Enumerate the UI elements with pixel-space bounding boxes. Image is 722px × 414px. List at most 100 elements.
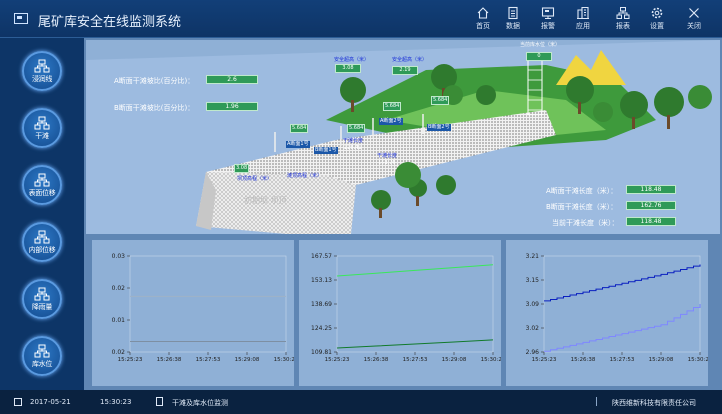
divider [596,397,597,406]
y-tick-label: 0.02 [112,285,126,292]
x-tick-label: 15:27:53 [610,357,635,363]
sidebar-item-internal-displacement[interactable]: 内部位移 [22,222,62,262]
data-button[interactable]: 数据 [496,4,530,36]
chart-panel-3: 3.21 3.15 3.09 3.02 2.96 15:25:23 15:26:38 15:2… [506,240,708,386]
y-tick-label: 3.15 [526,277,540,284]
home-icon [477,7,489,19]
settings-button[interactable]: 设置 [640,4,674,36]
x-tick-label: 15:30:23 [688,357,708,363]
safety-height-value-2: 2.19 [392,66,418,75]
dam-crest-height-label: 坝顶高程（米） [237,176,273,182]
sidebar-item-dry-beach[interactable]: 干滩 [22,108,62,148]
y-tick-label: 3.09 [526,301,540,308]
calendar-icon [14,398,22,406]
a-section-length-label: A断面干滩长度（米）： [546,187,618,195]
document-icon [508,6,518,20]
dry-length-label-1: 干滩长度 [343,138,364,144]
x-tick-label: 15:26:38 [364,357,389,363]
a-section-2-label: A断面2号 [379,118,403,125]
beach-crest-height-label: 滩顶高程（米） [287,173,323,179]
x-tick-label: 15:26:38 [571,357,596,363]
title-bar: 尾矿库安全在线监测系统 首页 数据 报警 应用 报表 设置 关闭 [0,0,722,38]
y-tick-label: 138.69 [311,301,332,308]
gear-icon [651,7,663,19]
monitor-icon [14,13,28,24]
plot-area [543,255,701,353]
x-tick-label: 15:30:23 [481,357,501,363]
current-length-label: 当前干滩长度（米）： [552,219,619,227]
sensor-icon [34,230,50,244]
tailings-dam-scene: A断面干滩坡比(百分比)： 2.6 B断面干滩坡比(百分比)： 1.96 A断面… [86,40,720,234]
chart-panel-1: 0.03 0.02 0.01 0.02 15:25:23 15:26:38 15:27:53… [92,240,294,386]
a-section-length-value: 118.48 [626,185,676,194]
sidebar-item-seepage-line[interactable]: 浸润线 [22,51,62,91]
sidebar-item-surface-displacement[interactable]: 表面位移 [22,165,62,205]
gauge-reading-4: 5.684 [431,96,450,105]
y-tick-label: 0.02 [112,349,126,356]
sensor-icon [34,173,50,187]
y-tick-label: 167.57 [311,253,332,260]
a-section-1-label: A断面1号 [286,141,310,148]
sidebar-item-water-level[interactable]: 库水位 [22,336,62,376]
series-line-1 [544,304,701,352]
x-tick-label: 15:26:38 [157,357,182,363]
safety-height-label-1: 安全超高（米） [334,57,370,63]
sensor-icon [34,116,50,130]
sidebar-item-rainfall[interactable]: 降雨量 [22,279,62,319]
alarm-button[interactable]: 报警 [531,4,565,36]
x-tick-label: 15:25:23 [118,357,143,363]
home-button[interactable]: 首页 [466,4,500,36]
y-tick-label: 0.01 [112,317,126,324]
y-tick-label: 3.21 [526,253,540,260]
line-chart-1: 0.030.020.010.0215:25:23 15:26:38 15:27:53… [112,253,294,363]
y-tick-label: 3.02 [526,325,540,332]
dry-length-value-2: 162.76 [378,160,396,166]
gauge-reading-2: 5.684 [347,124,366,133]
chart-panel-2: 167.57 153.13 138.69 124.25 109.81 15:25:23 15… [299,240,501,386]
x-tick-label: 15:27:53 [403,357,428,363]
sensor-icon [34,344,50,358]
apps-button[interactable]: 应用 [566,4,600,36]
sensor-icon [34,287,50,301]
plot-area [129,255,287,353]
status-bar: 2017-05-21 15:30:23 干滩及库水位监测 陕西维新科技有限责任公… [0,390,722,414]
x-tick-label: 15:25:23 [532,357,557,363]
app-title: 尾矿库安全在线监测系统 [38,15,182,30]
initial-dam-label: 初期坝 坝顶 [244,196,287,205]
y-tick-label: 109.81 [311,349,332,356]
gauge-reading-5: 3.08 [234,164,250,173]
close-button[interactable]: 关闭 [677,4,711,36]
x-tick-label: 15:27:53 [196,357,221,363]
close-icon [689,8,699,18]
y-tick-label: 2.96 [526,349,540,356]
b-section-slope-value: 1.96 [206,102,258,111]
b-section-2-label: B断面2号 [427,124,451,131]
line-chart-3: 3.21 3.15 3.09 3.02 2.9615:25:23 15:26:38 15:2… [526,253,708,363]
status-time: 15:30:23 [100,398,132,406]
series-line-0 [336,264,494,277]
y-tick-label: 124.25 [311,325,332,332]
report-button[interactable]: 报表 [606,4,640,36]
b-section-slope-label: B断面干滩坡比(百分比)： [114,104,195,112]
x-tick-label: 15:29:08 [442,357,467,363]
water-level-value: 0 [526,52,552,61]
a-section-slope-label: A断面干滩坡比(百分比)： [114,77,195,85]
b-section-length-label: B断面干滩长度（米）： [546,203,618,211]
b-section-1-label: B断面1号 [314,147,338,154]
dry-length-value-1: 118.48 [344,145,362,151]
gauge-reading-1: 5.684 [290,124,309,133]
series-line-1 [336,339,494,349]
a-section-slope-value: 2.6 [206,75,258,84]
line-chart-2: 167.57 153.13 138.69 124.25 109.8115:25:23 15… [311,253,501,363]
b-section-length-value: 162.76 [626,201,676,210]
series-line-0 [544,264,701,302]
x-tick-label: 15:29:08 [649,357,674,363]
status-module: 干滩及库水位监测 [172,399,228,407]
x-tick-label: 15:29:08 [235,357,260,363]
current-length-value: 118.48 [626,217,676,226]
main-content: A断面干滩坡比(百分比)： 2.6 B断面干滩坡比(百分比)： 1.96 A断面… [84,38,722,390]
safety-height-value-1: 3.08 [335,64,361,73]
x-tick-label: 15:30:23 [274,357,294,363]
sensor-icon [34,59,50,73]
monitor-icon [541,7,555,19]
